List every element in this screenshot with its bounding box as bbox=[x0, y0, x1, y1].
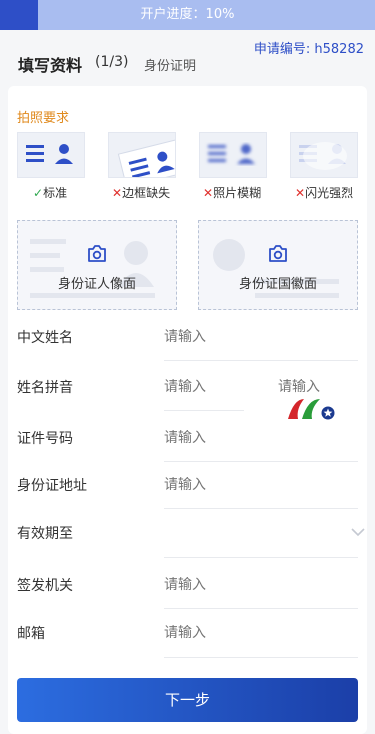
progress-label: 开户进度：10% bbox=[140, 7, 235, 22]
req-border-missing-label: ✕边框缺失 bbox=[112, 186, 171, 200]
req-blurry-label: ✕照片模糊 bbox=[203, 186, 262, 200]
form-row-address: 身份证地址 bbox=[17, 475, 358, 523]
camera-icon bbox=[88, 245, 106, 262]
id-number-input[interactable] bbox=[164, 430, 344, 446]
chinese-name-input[interactable] bbox=[164, 329, 344, 345]
next-step-button[interactable]: 下一步 bbox=[17, 678, 358, 722]
camera-icon bbox=[269, 245, 287, 262]
id-front-upload-label: 身份证人像面 bbox=[57, 277, 136, 292]
issuer-label: 签发机关 bbox=[17, 578, 73, 594]
progress-bar: 开户进度：10% bbox=[0, 0, 375, 30]
req-flash-glare-label: ✕闪光强烈 bbox=[295, 186, 354, 200]
photo-requirements-title: 拍照要求 bbox=[17, 111, 70, 126]
chevron-down-icon[interactable] bbox=[351, 528, 365, 537]
issuer-input[interactable] bbox=[164, 577, 344, 593]
req-standard-label: ✓标准 bbox=[33, 186, 68, 200]
pinyin-first-name-input[interactable] bbox=[278, 379, 358, 395]
divider bbox=[164, 608, 358, 609]
check-icon: ✓ bbox=[33, 186, 44, 200]
divider bbox=[164, 360, 358, 361]
email-label: 邮箱 bbox=[17, 626, 45, 642]
id-back-upload-label: 身份证国徽面 bbox=[238, 277, 317, 292]
divider bbox=[164, 657, 358, 658]
address-label: 身份证地址 bbox=[17, 478, 87, 494]
cross-icon: ✕ bbox=[112, 186, 123, 200]
id-front-placeholder-graphic bbox=[30, 239, 155, 298]
form-row-email: 邮箱 bbox=[17, 623, 358, 671]
divider bbox=[164, 410, 244, 411]
divider bbox=[164, 461, 358, 462]
step-indicator: (1/3) bbox=[95, 54, 129, 70]
id-number-label: 证件号码 bbox=[17, 431, 73, 447]
id-back-upload[interactable]: 身份证国徽面 bbox=[198, 220, 358, 310]
id-back-placeholder-graphic bbox=[213, 239, 339, 298]
expiry-label: 有效期至 bbox=[17, 526, 73, 542]
chinese-name-label: 中文姓名 bbox=[17, 330, 73, 346]
form-row-expiry[interactable]: 有效期至 bbox=[17, 523, 358, 571]
req-standard-image bbox=[17, 132, 85, 178]
brand-logo-icon bbox=[288, 399, 335, 420]
cross-icon: ✕ bbox=[295, 186, 306, 200]
pinyin-label: 姓名拼音 bbox=[17, 380, 73, 396]
req-flash-glare-image bbox=[290, 132, 358, 178]
address-input[interactable] bbox=[164, 477, 344, 493]
cross-icon: ✕ bbox=[203, 186, 214, 200]
page-title: 填写资料 bbox=[18, 56, 83, 75]
req-blurry-image bbox=[199, 132, 267, 178]
application-number: 申请编号: h58282 bbox=[253, 42, 364, 57]
form-row-issuer: 签发机关 bbox=[17, 575, 358, 623]
req-border-missing-image bbox=[108, 132, 176, 178]
form-row-id-number: 证件号码 bbox=[17, 428, 358, 476]
form-row-chinese-name: 中文姓名 bbox=[17, 327, 358, 375]
id-front-upload[interactable]: 身份证人像面 bbox=[17, 220, 177, 310]
divider bbox=[164, 557, 358, 558]
divider bbox=[164, 508, 358, 509]
email-input[interactable] bbox=[164, 625, 344, 641]
pinyin-last-name-input[interactable] bbox=[164, 379, 254, 395]
page-subtitle: 身份证明 bbox=[144, 59, 197, 74]
